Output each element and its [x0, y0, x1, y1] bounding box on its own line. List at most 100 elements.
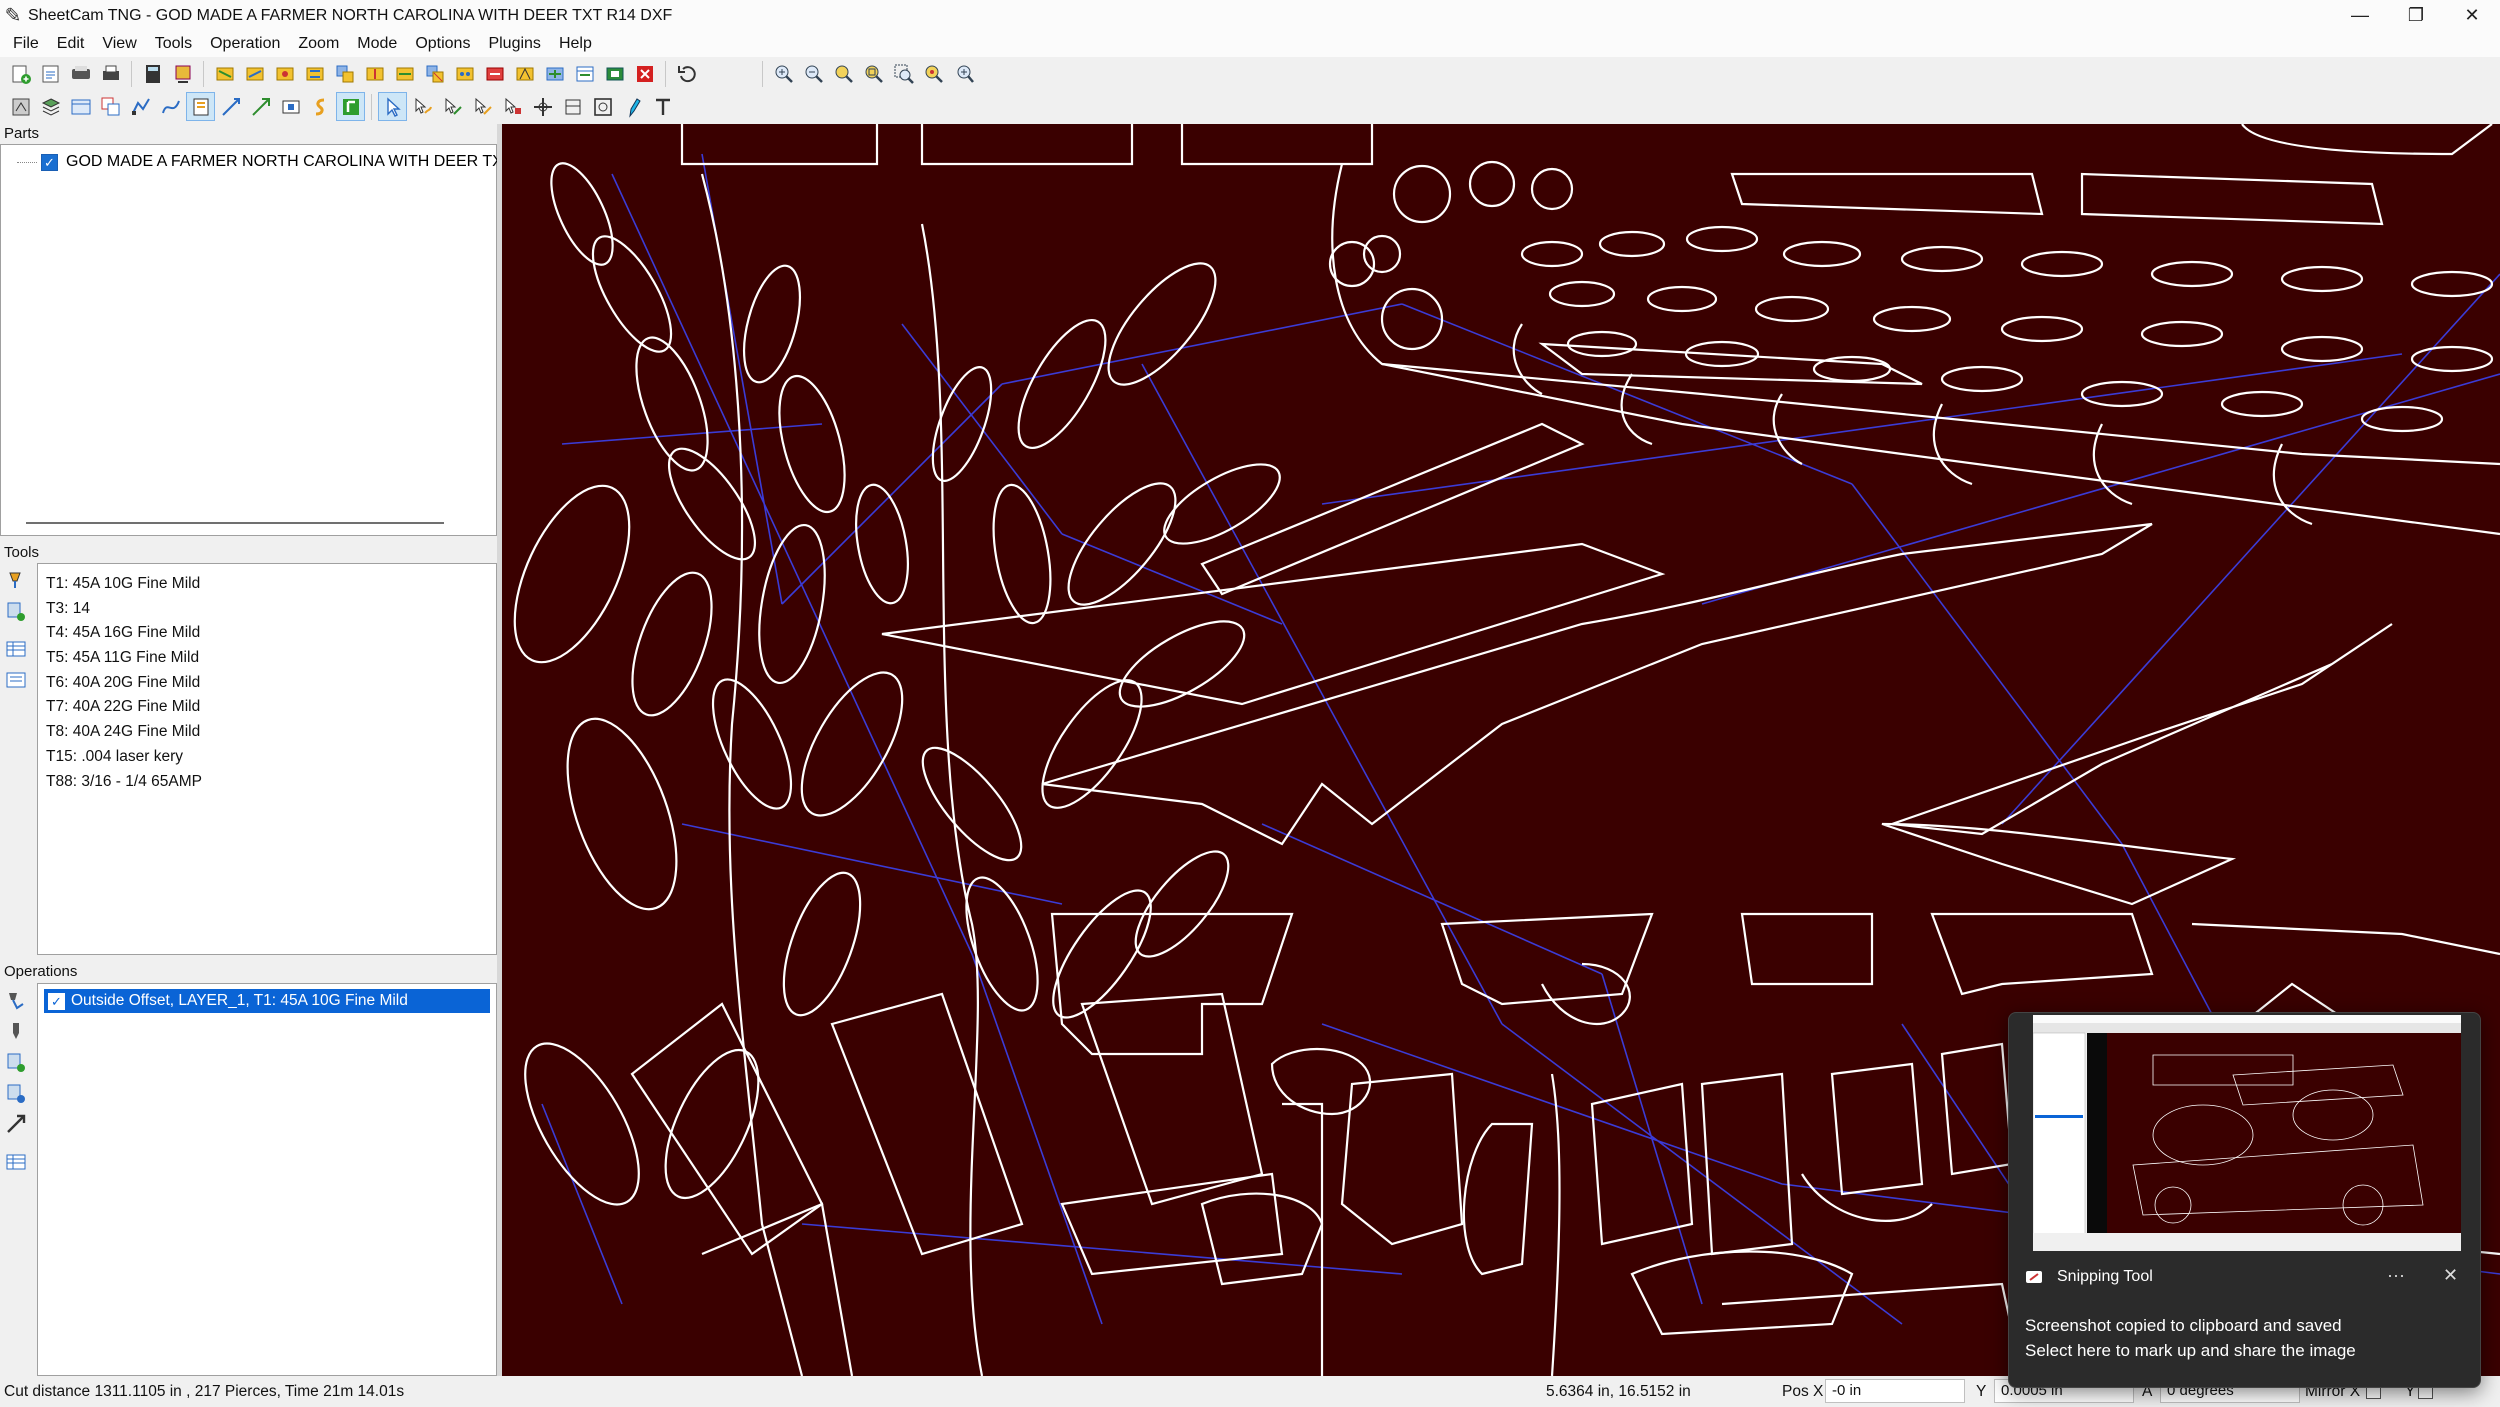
operation-3-icon[interactable] — [270, 59, 299, 88]
new-contour-operation-icon[interactable] — [2, 1079, 30, 1107]
operation-8-icon[interactable] — [420, 59, 449, 88]
menu-edit[interactable]: Edit — [48, 35, 94, 53]
direction-icon[interactable] — [246, 92, 275, 121]
tool-item[interactable]: T5: 45A 11G Fine Mild — [46, 646, 202, 671]
operation-7-icon[interactable] — [390, 59, 419, 88]
tools-panel-title: Tools — [0, 543, 497, 563]
nesting-icon[interactable] — [96, 92, 125, 121]
menu-operation[interactable]: Operation — [201, 35, 289, 53]
sheet-icon[interactable] — [66, 92, 95, 121]
operation-11-icon[interactable] — [510, 59, 539, 88]
layers-icon[interactable] — [36, 92, 65, 121]
menu-options[interactable]: Options — [406, 35, 479, 53]
maximize-button[interactable]: ❐ — [2388, 0, 2444, 31]
post-process-icon[interactable] — [168, 59, 197, 88]
operation-9-icon[interactable] — [450, 59, 479, 88]
operation-14-icon[interactable] — [600, 59, 629, 88]
start-point-icon[interactable] — [186, 92, 215, 121]
snipping-tool-notification[interactable]: Snipping Tool ··· ✕ Screenshot copied to… — [2008, 1012, 2481, 1388]
zoom-in-icon[interactable] — [769, 59, 798, 88]
text-tool-icon[interactable] — [648, 92, 677, 121]
menu-mode[interactable]: Mode — [348, 35, 406, 53]
operation-item-selected[interactable]: ✓ Outside Offset, LAYER_1, T1: 45A 10G F… — [44, 989, 490, 1013]
pen-icon[interactable] — [618, 92, 647, 121]
zoom-window-icon[interactable] — [889, 59, 918, 88]
tool-item[interactable]: T15: .004 laser kery — [46, 745, 202, 770]
save-job-icon[interactable] — [66, 59, 95, 88]
select-leadin-icon[interactable] — [438, 92, 467, 121]
operation-1-icon[interactable] — [210, 59, 239, 88]
part-item[interactable]: ✓ GOD MADE A FARMER NORTH CAROLINA WITH … — [17, 153, 546, 171]
screenshot-thumbnail[interactable] — [2033, 1015, 2461, 1251]
new-jet-operation-icon[interactable] — [2, 1048, 30, 1076]
operation-path-icon[interactable] — [2, 1110, 30, 1138]
select-tab-icon[interactable] — [498, 92, 527, 121]
lead-in-icon[interactable] — [216, 92, 245, 121]
menu-zoom[interactable]: Zoom — [289, 35, 348, 53]
tool-item[interactable]: T8: 40A 24G Fine Mild — [46, 720, 202, 745]
operation-10-icon[interactable] — [480, 59, 509, 88]
select-direction-icon[interactable] — [468, 92, 497, 121]
operation-4-icon[interactable] — [300, 59, 329, 88]
operations-panel-title: Operations — [0, 962, 497, 982]
parts-tree[interactable]: ✓ GOD MADE A FARMER NORTH CAROLINA WITH … — [0, 144, 546, 536]
tool-item[interactable]: T3: 14 — [46, 597, 202, 622]
tool-item[interactable]: T7: 40A 22G Fine Mild — [46, 695, 202, 720]
zoom-previous-icon[interactable] — [949, 59, 978, 88]
tool-item[interactable]: T88: 3/16 - 1/4 65AMP — [46, 770, 202, 795]
zoom-fit-icon[interactable] — [829, 59, 858, 88]
tool-properties-icon[interactable] — [2, 666, 30, 694]
operation-table-icon[interactable] — [2, 1148, 30, 1176]
menu-help[interactable]: Help — [550, 35, 601, 53]
move-icon[interactable] — [528, 92, 557, 121]
tree-connector — [17, 161, 37, 163]
minimize-button[interactable]: — — [2332, 0, 2388, 31]
tool-item[interactable]: T6: 40A 20G Fine Mild — [46, 671, 202, 696]
menu-file[interactable]: File — [4, 35, 48, 53]
tool-item[interactable]: T1: 45A 10G Fine Mild — [46, 572, 202, 597]
sheetcam-app-icon: ✎ — [4, 5, 22, 27]
select-start-icon[interactable] — [408, 92, 437, 121]
path-edit-icon[interactable] — [126, 92, 155, 121]
menu-plugins[interactable]: Plugins — [479, 35, 549, 53]
y-label: Y — [1976, 1383, 1987, 1400]
more-options-icon[interactable]: ··· — [2387, 1265, 2405, 1286]
new-drill-operation-icon[interactable] — [2, 1017, 30, 1045]
optimize-icon[interactable] — [336, 92, 365, 121]
calculator-icon[interactable] — [138, 59, 167, 88]
sort-icon[interactable] — [306, 92, 335, 121]
machine-options-icon[interactable] — [6, 92, 35, 121]
new-plasma-operation-icon[interactable] — [2, 986, 30, 1014]
undo-icon[interactable] — [672, 59, 701, 88]
tabs-icon[interactable] — [276, 92, 305, 121]
operation-6-icon[interactable] — [360, 59, 389, 88]
zoom-all-icon[interactable] — [859, 59, 888, 88]
parts-horizontal-scrollbar[interactable] — [26, 522, 444, 524]
new-job-icon[interactable] — [6, 59, 35, 88]
tool-item[interactable]: T4: 45A 16G Fine Mild — [46, 621, 202, 646]
zoom-out-icon[interactable] — [799, 59, 828, 88]
close-icon[interactable]: ✕ — [2443, 1265, 2458, 1286]
operation-5-icon[interactable] — [330, 59, 359, 88]
zoom-part-icon[interactable] — [919, 59, 948, 88]
open-job-icon[interactable] — [36, 59, 65, 88]
menu-bar: File Edit View Tools Operation Zoom Mode… — [0, 31, 2500, 57]
menu-tools[interactable]: Tools — [146, 35, 201, 53]
new-drill-tool-icon[interactable] — [2, 597, 30, 625]
curve-edit-icon[interactable] — [156, 92, 185, 121]
select-arrow-icon[interactable] — [378, 92, 407, 121]
tool-table-icon[interactable] — [2, 635, 30, 663]
part-checkbox[interactable]: ✓ — [41, 153, 58, 171]
menu-view[interactable]: View — [93, 35, 145, 53]
rotate-part-icon[interactable] — [558, 92, 587, 121]
close-button[interactable]: ✕ — [2444, 0, 2500, 31]
new-plasma-tool-icon[interactable] — [2, 566, 30, 594]
delete-operation-icon[interactable] — [630, 59, 659, 88]
operation-13-icon[interactable] — [570, 59, 599, 88]
pos-x-field[interactable]: -0 in — [1825, 1379, 1965, 1403]
rectangle-select-icon[interactable] — [588, 92, 617, 121]
operation-12-icon[interactable] — [540, 59, 569, 88]
print-icon[interactable] — [96, 59, 125, 88]
operation-checkbox[interactable]: ✓ — [48, 992, 65, 1010]
operation-2-icon[interactable] — [240, 59, 269, 88]
